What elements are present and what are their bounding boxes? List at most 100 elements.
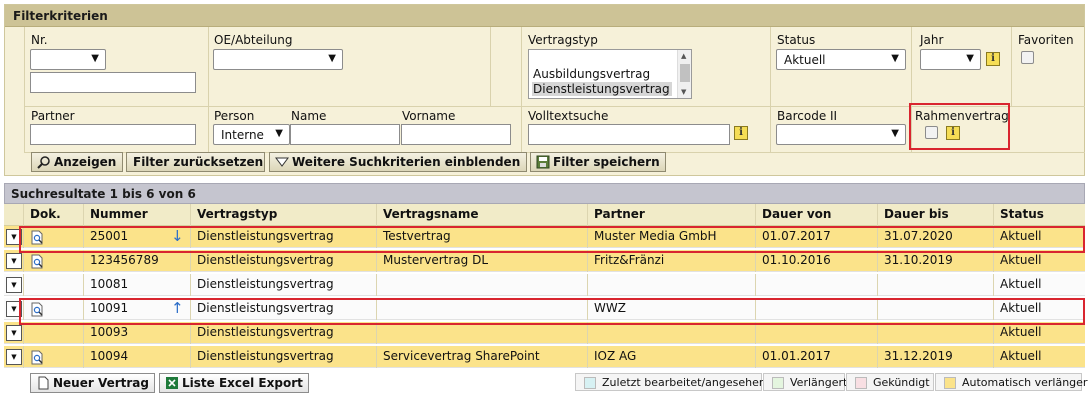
cell-nummer: 10081 [83,274,190,296]
save-filter-button[interactable]: Filter speichern [530,152,666,172]
volltext-input[interactable] [528,124,730,145]
anzeigen-button[interactable]: Anzeigen [31,152,123,172]
table-row[interactable]: ▼ 123456789 Dienstleistungsvertrag Musterve… [4,250,1085,272]
more-criteria-label: Weitere Suchkriterien einblenden [292,155,521,169]
cell-bis: 31.12.2019 [877,346,993,368]
barcode-label: Barcode II [777,109,838,123]
rahmenvertrag-highlight [909,103,1010,150]
table-row[interactable]: ▼ 10081 Dienstleistungsvertrag Aktuell [4,274,1085,296]
listbox-scrollbar[interactable]: ▲ ▼ [677,50,691,98]
vertragstyp-listbox[interactable]: Ausbildungsvertrag Dienstleistungsvertra… [528,49,692,99]
document-search-icon[interactable] [31,254,45,269]
divider [770,27,771,153]
cell-bis [877,274,993,296]
scroll-down-icon[interactable]: ▼ [681,88,686,96]
new-document-icon [38,376,49,390]
vertragstyp-option-selected[interactable]: Dienstleistungsvertrag [532,82,672,96]
cell-typ: Dienstleistungsvertrag [190,250,376,272]
chevron-down-icon: ▼ [891,128,899,139]
column-header-dauer-von[interactable]: Dauer von [755,204,877,226]
reset-filter-button[interactable]: Filter zurücksetzen [126,152,265,172]
favoriten-label: Favoriten [1018,33,1074,47]
scroll-thumb[interactable] [680,64,690,82]
save-filter-label: Filter speichern [553,155,660,169]
vertragstyp-label: Vertragstyp [528,33,598,47]
results-title: Suchresultate 1 bis 6 von 6 [11,187,196,201]
cell-status: Aktuell [993,346,1085,368]
reset-filter-label: Filter zurücksetzen [133,155,264,169]
legend-label: Zuletzt bearbeitet/angesehen [602,376,766,389]
filter-header: Filterkriterien [5,5,1084,27]
more-criteria-button[interactable]: Weitere Suchkriterien einblenden [269,152,527,172]
chevron-down-icon: ▼ [328,53,336,64]
column-header-vertragsname[interactable]: Vertragsname [376,204,587,226]
legend-item: Automatisch verlängert [935,373,1088,391]
status-label: Status [777,33,816,47]
row-menu-icon[interactable]: ▼ [6,325,22,341]
table-row[interactable]: ▼ 10094 Dienstleistungsvertrag Servicevertr… [4,346,1085,368]
anzeigen-label: Anzeigen [54,155,117,169]
column-header-status[interactable]: Status [993,204,1085,226]
vorname-input[interactable] [401,124,511,145]
barcode-select[interactable]: ▼ [776,124,906,145]
excel-export-button[interactable]: Liste Excel Export [159,373,309,393]
table-header-row: Dok. Nummer Vertragstyp Vertragsname Par… [4,204,1085,226]
nr-input[interactable] [30,72,196,93]
document-search-icon[interactable] [31,350,45,365]
legend-swatch [772,377,784,389]
jahr-select[interactable]: ▼ [920,49,981,70]
scroll-up-icon[interactable]: ▲ [681,52,686,60]
cell-nummer: 10093 [83,322,190,344]
column-header-vertragstyp[interactable]: Vertragstyp [190,204,376,226]
table-row[interactable]: ▼ 10093 Dienstleistungsvertrag Aktuell [4,322,1085,344]
info-icon[interactable]: i [986,52,1000,66]
status-select[interactable]: Aktuell ▼ [776,49,906,70]
legend-item: Zuletzt bearbeitet/angesehen [575,373,766,391]
cell-partner [587,274,755,296]
excel-export-label: Liste Excel Export [182,376,303,390]
oe-select[interactable]: ▼ [213,49,343,70]
chevron-down-icon: ▼ [966,53,974,64]
legend-swatch [584,377,596,389]
row-highlight-25001 [19,226,1085,253]
column-header-partner[interactable]: Partner [587,204,755,226]
cell-name: Servicevertrag SharePoint [376,346,587,368]
cell-status: Aktuell [993,274,1085,296]
partner-input[interactable] [30,124,196,145]
name-label: Name [291,109,327,123]
divider [490,27,491,107]
cell-nummer: 10094 [83,346,190,368]
status-select-value: Aktuell [784,53,826,67]
nr-operator-select[interactable]: ▼ [30,49,106,70]
cell-bis [877,322,993,344]
vertragstyp-option[interactable]: Ausbildungsvertrag [533,67,650,81]
legend-item: Verlängert [763,373,848,391]
cell-status: Aktuell [993,322,1085,344]
filter-title: Filterkriterien [13,9,108,23]
nr-label: Nr. [31,33,48,47]
floppy-disk-icon [536,155,550,169]
chevron-down-icon: ▼ [91,53,99,64]
vorname-label: Vorname [402,109,456,123]
row-menu-icon[interactable]: ▼ [6,253,22,269]
row-menu-icon[interactable]: ▼ [6,349,22,365]
favoriten-checkbox[interactable] [1021,51,1034,64]
column-header-dok[interactable]: Dok. [23,204,80,226]
new-contract-button[interactable]: Neuer Vertrag [30,373,155,393]
cell-bis: 31.10.2019 [877,250,993,272]
chevron-down-icon: ▼ [891,53,899,64]
cell-name [376,274,587,296]
column-header-dauer-bis[interactable]: Dauer bis [877,204,993,226]
info-icon[interactable]: i [734,126,748,140]
legend-label: Verlängert [790,376,848,389]
row-menu-icon[interactable]: ▼ [6,277,22,293]
legend-label: Gekündigt [873,376,930,389]
cell-status: Aktuell [993,250,1085,272]
name-input[interactable] [290,124,400,145]
volltext-label: Volltextsuche [528,109,609,123]
cell-von: 01.01.2017 [755,346,877,368]
person-select[interactable]: Interne ▼ [213,124,290,145]
column-header-nummer[interactable]: Nummer [83,204,190,226]
cell-von [755,322,877,344]
divider [24,27,25,153]
